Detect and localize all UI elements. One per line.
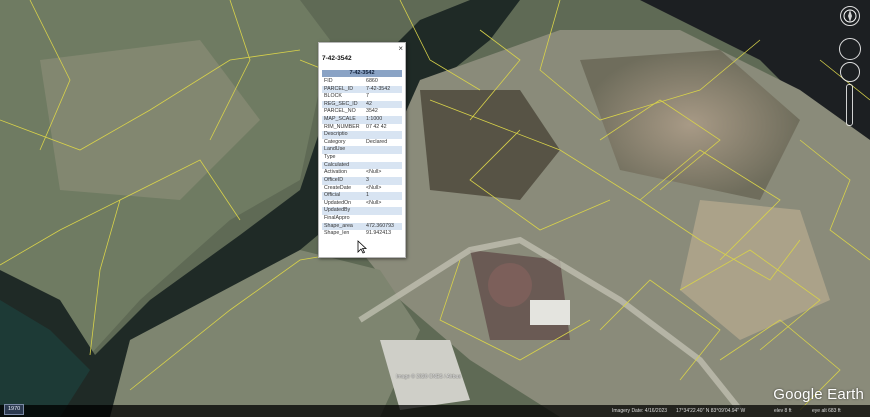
attribute-value: 3	[366, 176, 369, 183]
attribute-table: FID 6860 PARCEL_ID 7-42-3542 BLOCK 7 REG_SEC_I…	[322, 78, 402, 238]
attribute-key: FinalAppro	[324, 214, 350, 221]
attribute-row: CreateDate <Null>	[322, 185, 402, 193]
eye-altitude: eye alt 683 ft	[812, 408, 841, 414]
attribute-value: 7	[366, 93, 369, 100]
imagery-credit: Image © 2026 CNES / Airbus	[396, 374, 461, 380]
attribute-key: Shape_len	[324, 230, 350, 237]
attribute-value: <Null>	[366, 199, 382, 206]
attribute-row: OfficeID 3	[322, 176, 402, 185]
attribute-value	[366, 207, 402, 215]
satellite-imagery	[0, 0, 870, 417]
attribute-row: UpdatedOn <Null>	[322, 200, 402, 208]
attribute-key: Type	[324, 154, 336, 161]
attribute-row: Activation <Null>	[322, 169, 402, 177]
attribute-key: MAP_SCALE	[324, 116, 356, 123]
attribute-key: LandUse	[324, 146, 346, 153]
attribute-value	[366, 131, 402, 139]
elevation: elev 8 ft	[774, 408, 792, 414]
attribute-row: BLOCK 7	[322, 93, 402, 101]
google-earth-logo: Google Earth	[773, 386, 864, 403]
timeline-year-button[interactable]: 1970	[4, 404, 25, 415]
coordinates: 17°34'22.40" N 83°09'04.94" W	[676, 408, 746, 414]
zoom-slider-icon[interactable]	[846, 84, 853, 126]
attribute-value	[366, 215, 402, 223]
attribute-key: Calculated	[324, 161, 350, 168]
attribute-value: 6860	[366, 78, 378, 84]
attribute-value: 07 42 42	[366, 123, 387, 130]
attribute-key: UpdatedBy	[324, 207, 351, 214]
attribute-row: Type	[322, 154, 402, 162]
attribute-value: Declared	[366, 138, 388, 145]
cursor-icon	[357, 240, 367, 254]
attribute-key: RIM_NUMBER	[324, 123, 360, 130]
close-icon[interactable]: ×	[398, 44, 403, 53]
attribute-row: PARCEL_NO 3542	[322, 108, 402, 116]
attribute-key: PARCEL_ID	[324, 85, 354, 92]
attribute-value: 7-42-3542	[366, 85, 391, 92]
attribute-key: FID	[324, 78, 333, 84]
attribute-row: LandUse	[322, 146, 402, 155]
attribute-row: Descriptio	[322, 131, 402, 139]
attribute-key: PARCEL_NO	[324, 108, 356, 115]
attribute-value: 42	[366, 100, 372, 107]
attribute-key: Shape_area	[324, 222, 353, 229]
attribute-row: UpdatedBy	[322, 207, 402, 215]
attribute-row: MAP_SCALE 1:1000	[322, 116, 402, 124]
attribute-row: Official 1	[322, 192, 402, 200]
attribute-value	[366, 154, 402, 162]
attribute-row: RIM_NUMBER 07 42 42	[322, 124, 402, 132]
move-joystick-icon[interactable]	[840, 62, 860, 82]
attribute-key: OfficeID	[324, 176, 344, 183]
attribute-key: REG_SEC_ID	[324, 100, 358, 107]
attribute-row: Calculated	[322, 161, 402, 170]
attribute-row: FID 6860	[322, 78, 402, 86]
attribute-key: CreateDate	[324, 184, 352, 191]
attribute-row: REG_SEC_ID 42	[322, 100, 402, 109]
popup-table-header: 7-42-3542	[322, 70, 402, 77]
parcel-info-popup: 7-42-3542 × 7-42-3542 FID 6860 PARCEL_ID 7-…	[318, 42, 406, 258]
attribute-key: UpdatedOn	[324, 199, 352, 206]
attribute-key: Official	[324, 192, 341, 199]
compass-icon[interactable]	[840, 6, 860, 26]
map-view[interactable]	[0, 0, 870, 417]
attribute-value: 3542	[366, 108, 378, 115]
attribute-row: Category Declared	[322, 139, 402, 147]
attribute-key: Descriptio	[324, 131, 348, 138]
attribute-key: Activation	[324, 169, 347, 176]
attribute-value: <Null>	[366, 184, 382, 191]
attribute-value: <Null>	[366, 169, 382, 176]
look-joystick-icon[interactable]	[839, 38, 861, 60]
attribute-row: Shape_len 91.942413	[322, 230, 402, 238]
attribute-row: Shape_area 472.360793	[322, 222, 402, 231]
attribute-row: FinalAppro	[322, 215, 402, 223]
attribute-key: Category	[324, 138, 346, 145]
imagery-date: Imagery Date: 4/16/2023	[612, 408, 668, 414]
attribute-value	[366, 146, 402, 154]
status-bar: Imagery Date: 4/16/2023 17°34'22.40" N 8…	[0, 405, 870, 417]
attribute-value: 1	[366, 192, 369, 199]
attribute-value: 1:1000	[366, 116, 383, 123]
attribute-key: BLOCK	[324, 93, 342, 100]
attribute-value: 91.942413	[366, 230, 392, 237]
popup-title: 7-42-3542	[322, 55, 352, 62]
attribute-value	[366, 162, 402, 170]
attribute-value: 472.360793	[366, 222, 394, 229]
attribute-row: PARCEL_ID 7-42-3542	[322, 85, 402, 94]
